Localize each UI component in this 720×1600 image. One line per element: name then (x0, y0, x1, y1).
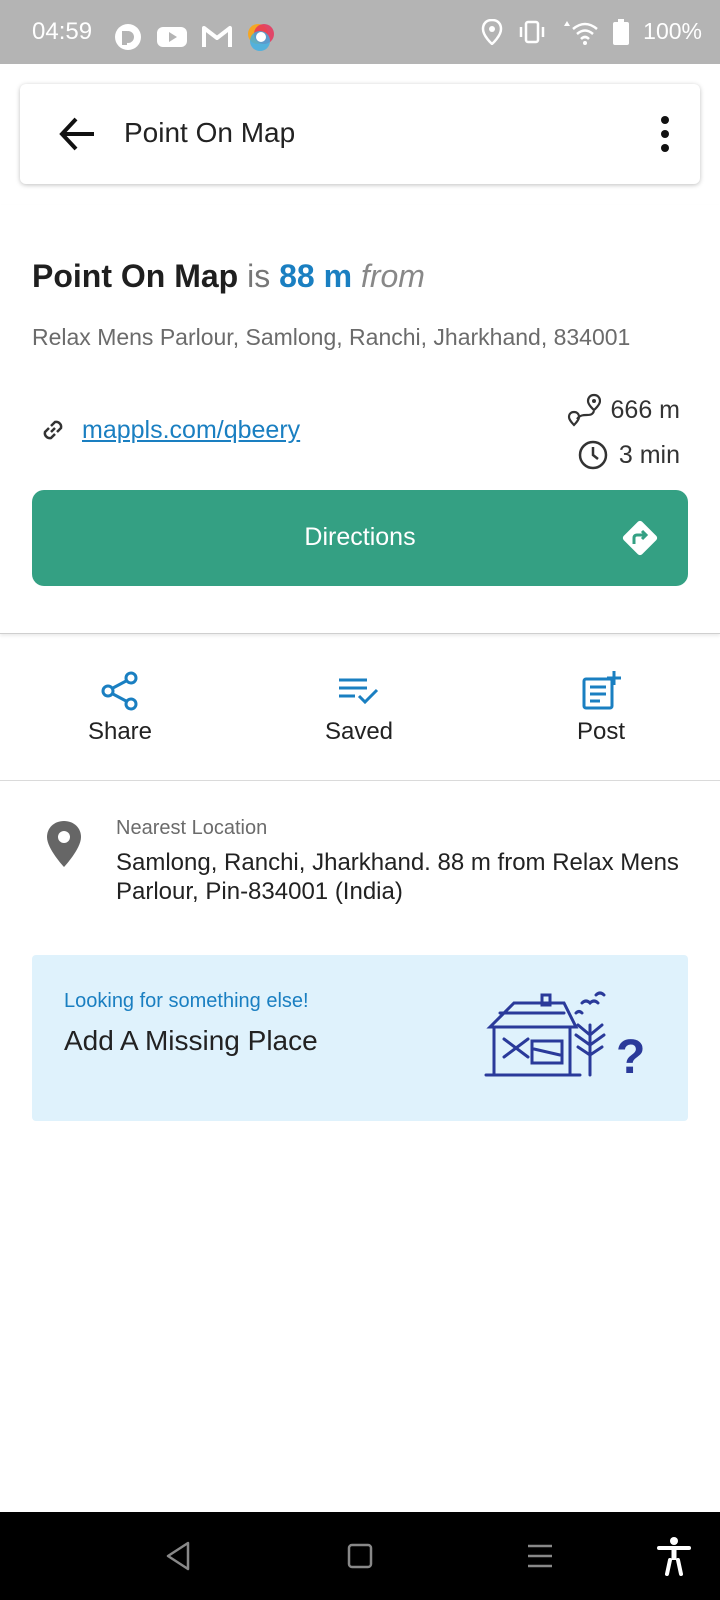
share-button[interactable]: Share (40, 670, 200, 746)
colorful-app-icon (248, 24, 274, 51)
back-arrow-icon[interactable] (58, 114, 98, 154)
route-icon (567, 393, 601, 427)
nav-menu-icon[interactable] (526, 1540, 554, 1572)
page-title: Point On Map (124, 117, 296, 148)
gmail-icon (202, 26, 232, 47)
from-word: from (360, 258, 425, 294)
nav-back-icon[interactable] (164, 1540, 192, 1572)
vibrate-icon (519, 20, 545, 43)
map-pin-icon (47, 821, 81, 867)
battery-icon (613, 18, 630, 45)
share-label: Share (87, 718, 153, 745)
more-options-icon[interactable] (650, 112, 680, 156)
accessibility-icon[interactable] (656, 1536, 692, 1576)
route-time-value: 3 min (618, 440, 680, 469)
clock-icon (578, 440, 608, 470)
nearest-location: Nearest Location Samlong, Ranchi, Jharkh… (0, 815, 720, 925)
saved-label: Saved (324, 718, 394, 745)
saved-button[interactable]: Saved (279, 670, 439, 746)
svg-text:?: ? (616, 1031, 645, 1084)
route-distance: 666 m (567, 393, 680, 427)
system-icons: 100% (481, 18, 702, 45)
system-navigation-bar (0, 1512, 720, 1600)
place-address: Relax Mens Parlour, Samlong, Ranchi, Jha… (32, 324, 631, 350)
pocket-casts-icon (115, 24, 141, 50)
action-row: Share Saved Post (0, 640, 720, 781)
route-distance-value: 666 m (610, 395, 680, 424)
directions-label: Directions (304, 523, 416, 551)
place-distance: 88 m (279, 258, 353, 294)
post-button[interactable]: Post (521, 670, 681, 746)
post-add-icon (582, 671, 621, 710)
post-label: Post (576, 718, 626, 745)
missing-place-title: Add A Missing Place (64, 1025, 318, 1056)
add-missing-place-card[interactable]: Looking for something else! Add A Missin… (32, 955, 688, 1121)
place-headline: Point On Map is 88 m from (32, 258, 425, 295)
nearest-location-label: Nearest Location (116, 817, 268, 839)
link-icon (43, 420, 63, 440)
location-icon (481, 18, 503, 45)
status-time: 04:59 (32, 18, 93, 45)
place-name: Point On Map (32, 258, 239, 294)
directions-icon (622, 520, 658, 556)
place-link[interactable]: mappls.com/qbeery (82, 416, 300, 445)
youtube-icon (157, 27, 187, 47)
battery-percent: 100% (643, 18, 702, 44)
route-time: 3 min (577, 439, 680, 471)
notification-icons (114, 22, 276, 52)
top-app-bar: Point On Map (20, 84, 700, 184)
is-word: is (247, 258, 271, 294)
status-bar: 04:59 100% (0, 0, 720, 64)
missing-place-subtitle: Looking for something else! (64, 990, 309, 1012)
nav-home-icon[interactable] (346, 1540, 374, 1572)
share-icon (101, 671, 138, 711)
share-link-row[interactable]: mappls.com/qbeery (38, 415, 300, 445)
house-tree-illustration-icon: ? (484, 991, 645, 1084)
nearest-location-text: Samlong, Ranchi, Jharkhand. 88 m from Re… (116, 849, 679, 905)
saved-list-icon (339, 678, 379, 705)
wifi-icon (564, 20, 598, 45)
directions-button[interactable]: Directions (32, 490, 688, 586)
place-header: Point On Map is 88 m from Relax Mens Par… (0, 205, 720, 634)
